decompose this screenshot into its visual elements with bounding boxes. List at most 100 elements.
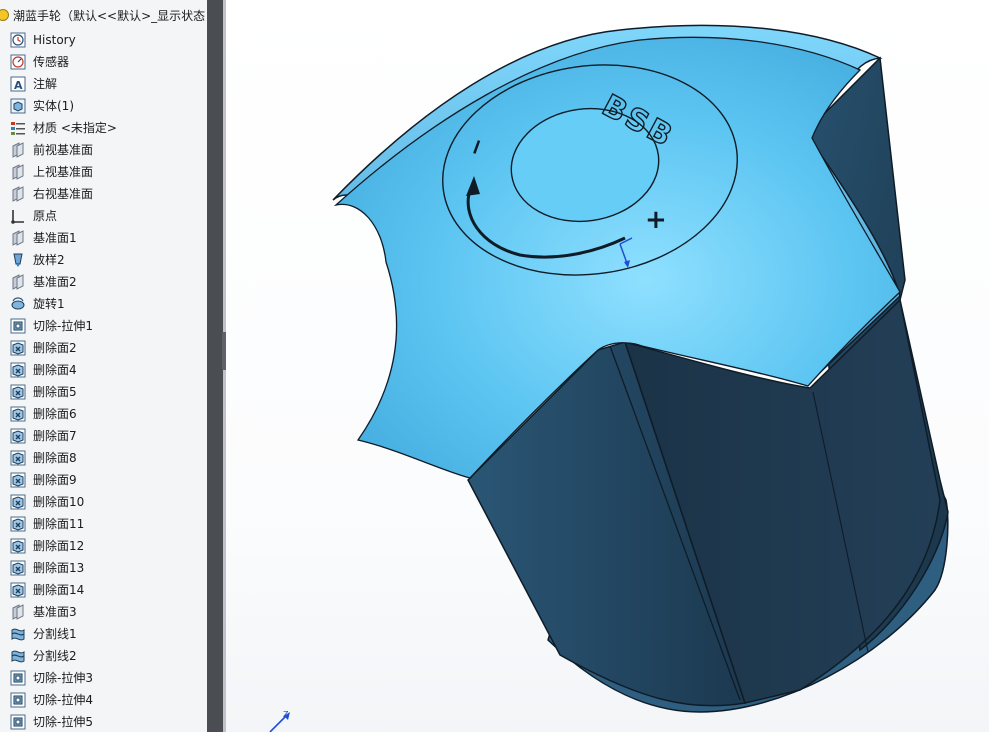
tree-item[interactable]: 删除面4 [0,359,207,381]
tree-item[interactable]: 分割线1 [0,623,207,645]
feature-tree-panel: 潮蓝手轮（默认<<默认>_显示状态 1 History 传感器 A 注解实体(1) 材质… [0,0,208,732]
tree-item[interactable]: 传感器 [0,51,207,73]
annotation-icon: A [10,76,26,92]
tree-item[interactable]: 删除面6 [0,403,207,425]
tree-item[interactable]: 删除面7 [0,425,207,447]
tree-item[interactable]: 上视基准面 [0,161,207,183]
tree-item[interactable]: 前视基准面 [0,139,207,161]
tree-item[interactable]: 原点 [0,205,207,227]
tree-item[interactable]: 删除面8 [0,447,207,469]
tree-item-label: 删除面6 [33,407,77,421]
tree-item[interactable]: 切除-拉伸3 [0,667,207,689]
tree-item-label: 删除面7 [33,429,77,443]
tree-item-label: 右视基准面 [33,187,94,201]
plane-icon [10,186,26,202]
tree-item-label: 切除-拉伸1 [33,319,93,333]
delete-face-icon [10,560,26,576]
tree-item[interactable]: 删除面12 [0,535,207,557]
model-canvas[interactable]: BSB − + Z [226,0,989,732]
tree-item[interactable]: 分割线2 [0,645,207,667]
tree-item[interactable]: 删除面9 [0,469,207,491]
tree-item-label: 分割线2 [33,649,77,663]
tree-item-label: 材质 <未指定> [33,121,117,135]
delete-face-icon [10,538,26,554]
solid-body-icon [10,98,26,114]
delete-face-icon [10,450,26,466]
tree-item-label: 删除面9 [33,473,77,487]
tree-item[interactable]: 右视基准面 [0,183,207,205]
tree-item[interactable]: 基准面1 [0,227,207,249]
tree-item[interactable]: 基准面2 [0,271,207,293]
delete-face-icon [10,472,26,488]
tree-item-label: 切除-拉伸4 [33,693,93,707]
tree-item-label: 放样2 [33,253,65,267]
tree-item-label: 分割线1 [33,627,77,641]
tree-item[interactable]: A 注解 [0,73,207,95]
cut-extrude-icon [10,714,26,730]
tree-item-label: History [33,33,76,47]
delete-face-icon [10,494,26,510]
tree-item[interactable]: 删除面14 [0,579,207,601]
tree-item[interactable]: History [0,29,207,51]
tree-item-label: 删除面13 [33,561,85,575]
delete-face-icon [10,362,26,378]
tree-item[interactable]: 删除面13 [0,557,207,579]
tree-item[interactable]: 实体(1) [0,95,207,117]
svg-text:A: A [14,79,23,92]
tree-item-label: 删除面4 [33,363,77,377]
tree-item-label: 删除面5 [33,385,77,399]
tree-item[interactable]: 基准面3 [0,601,207,623]
tree-item[interactable]: 删除面11 [0,513,207,535]
tree-item-label: 删除面8 [33,451,77,465]
tree-item[interactable]: 切除-拉伸5 [0,711,207,732]
tree-item-label: 删除面12 [33,539,85,553]
split-line-icon [10,648,26,664]
plane-icon [10,142,26,158]
delete-face-icon [10,428,26,444]
revolve-icon [10,296,26,312]
tree-item-label: 旋转1 [33,297,65,311]
tree-item-label: 删除面14 [33,583,85,597]
plane-icon [10,604,26,620]
delete-face-icon [10,406,26,422]
tree-item[interactable]: 删除面2 [0,337,207,359]
plane-icon [10,230,26,246]
tree-item-label: 切除-拉伸5 [33,715,93,729]
engraved-plus-sign: + [645,205,667,235]
part-icon [0,9,9,21]
tree-item-label: 切除-拉伸3 [33,671,93,685]
tree-item[interactable]: 放样2 [0,249,207,271]
triad-axis-label: Z [283,710,289,719]
origin-icon [10,208,26,224]
cut-extrude-icon [10,318,26,334]
cut-extrude-icon [10,692,26,708]
tree-item-label: 原点 [33,209,58,223]
cut-extrude-icon [10,670,26,686]
tree-item[interactable]: 切除-拉伸4 [0,689,207,711]
delete-face-icon [10,582,26,598]
tree-root-label: 潮蓝手轮（默认<<默认>_显示状态 1 [13,8,207,23]
graphics-viewport[interactable]: BSB − + Z [226,0,989,732]
tree-item[interactable]: 删除面5 [0,381,207,403]
tree-scrollbar[interactable] [207,0,223,732]
feature-tree-list: History 传感器 A 注解实体(1) 材质 <未指定> 前视基准面 上视基准面右视基准… [0,29,207,732]
tree-item-label: 实体(1) [33,99,74,113]
tree-item[interactable]: 旋转1 [0,293,207,315]
tree-item-label: 传感器 [33,55,70,69]
tree-item-label: 删除面11 [33,517,85,531]
delete-face-icon [10,516,26,532]
delete-face-icon [10,384,26,400]
tree-item-label: 基准面1 [33,231,77,245]
view-orientation-triad: Z [269,710,290,732]
tree-item-label: 删除面10 [33,495,85,509]
history-icon [10,32,26,48]
tree-item[interactable]: 切除-拉伸1 [0,315,207,337]
tree-item[interactable]: 材质 <未指定> [0,117,207,139]
tree-item-label: 基准面2 [33,275,77,289]
plane-icon [10,274,26,290]
loft-icon [10,252,26,268]
tree-root-part[interactable]: 潮蓝手轮（默认<<默认>_显示状态 1 [0,4,207,26]
material-icon [10,120,26,136]
split-line-icon [10,626,26,642]
tree-item[interactable]: 删除面10 [0,491,207,513]
